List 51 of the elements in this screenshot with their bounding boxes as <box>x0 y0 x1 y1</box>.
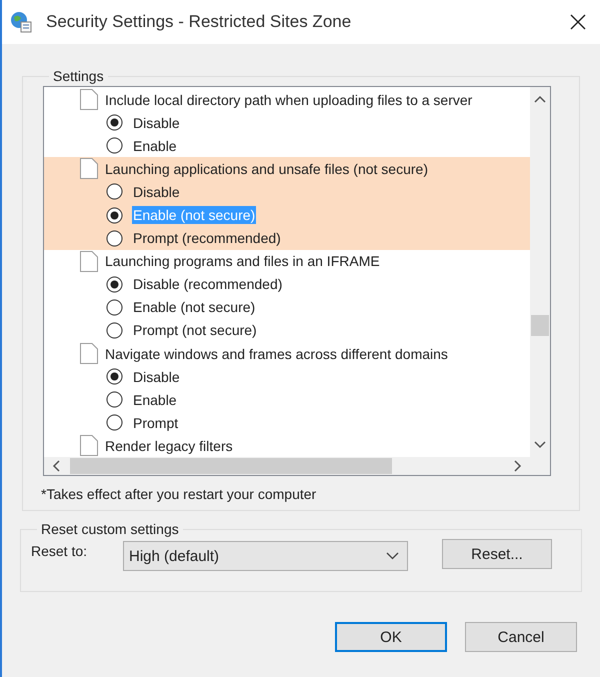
setting-label: Include local directory path when uploading files to a server <box>105 92 472 108</box>
dialog-button[interactable]: Cancel <box>465 622 577 652</box>
option-label[interactable]: Enable (not secure) <box>132 298 256 316</box>
group-title: Reset custom settings <box>40 521 180 537</box>
radio-button[interactable] <box>106 183 123 200</box>
group-title: Settings <box>52 68 105 84</box>
radio-button[interactable] <box>106 414 123 432</box>
scroll-down-icon[interactable] <box>534 441 546 449</box>
reset-level-dropdown[interactable]: High (default) <box>123 541 408 571</box>
note-text: *Takes effect after you restart your computer <box>41 486 318 502</box>
document-icon <box>80 89 98 110</box>
setting-label: Navigate windows and frames across different domains <box>105 346 448 362</box>
dialog-button[interactable]: OK <box>335 622 447 652</box>
option-label[interactable]: Disable <box>132 114 181 132</box>
document-icon <box>80 250 98 272</box>
reset-button[interactable]: Reset... <box>442 539 552 569</box>
scroll-left-icon[interactable] <box>52 460 60 472</box>
setting-label: Render legacy filters <box>105 438 233 454</box>
scrollbar-thumb[interactable] <box>70 458 392 474</box>
radio-button[interactable] <box>106 322 123 339</box>
radio-button[interactable] <box>106 368 123 386</box>
option-label[interactable]: Enable <box>132 390 178 409</box>
globe-settings-icon <box>10 11 32 33</box>
scrollbar-thumb[interactable] <box>531 315 549 336</box>
radio-button[interactable] <box>106 298 123 316</box>
option-label[interactable]: Disable <box>132 368 181 386</box>
scroll-up-icon[interactable] <box>534 95 546 103</box>
document-icon <box>80 343 98 364</box>
option-label[interactable]: Prompt (recommended) <box>132 229 282 248</box>
horizontal-scrollbar[interactable] <box>44 457 530 475</box>
radio-button[interactable] <box>106 137 123 154</box>
radio-button[interactable] <box>106 206 123 224</box>
chevron-down-icon <box>386 552 399 560</box>
radio-button[interactable] <box>106 391 123 408</box>
option-label[interactable]: Disable <box>132 182 181 201</box>
radio-button[interactable] <box>106 114 123 132</box>
option-label[interactable]: Enable <box>132 136 178 155</box>
option-label[interactable]: Disable (recommended) <box>132 275 284 294</box>
setting-label: Launching programs and files in an IFRAME <box>105 253 380 270</box>
scroll-right-icon[interactable] <box>514 460 522 472</box>
document-icon <box>80 435 98 456</box>
reset-to-label: Reset to: <box>31 542 88 559</box>
option-label[interactable]: Prompt (not secure) <box>132 321 258 340</box>
radio-button[interactable] <box>106 230 123 247</box>
window-title: Security Settings - Restricted Sites Zone <box>46 12 352 32</box>
close-icon[interactable] <box>570 14 586 30</box>
document-icon <box>80 158 98 180</box>
vertical-scrollbar[interactable] <box>530 87 550 457</box>
setting-label: Launching applications and unsafe files (not secure) <box>105 160 428 177</box>
option-label[interactable]: Prompt <box>132 414 180 432</box>
radio-button[interactable] <box>106 276 123 293</box>
